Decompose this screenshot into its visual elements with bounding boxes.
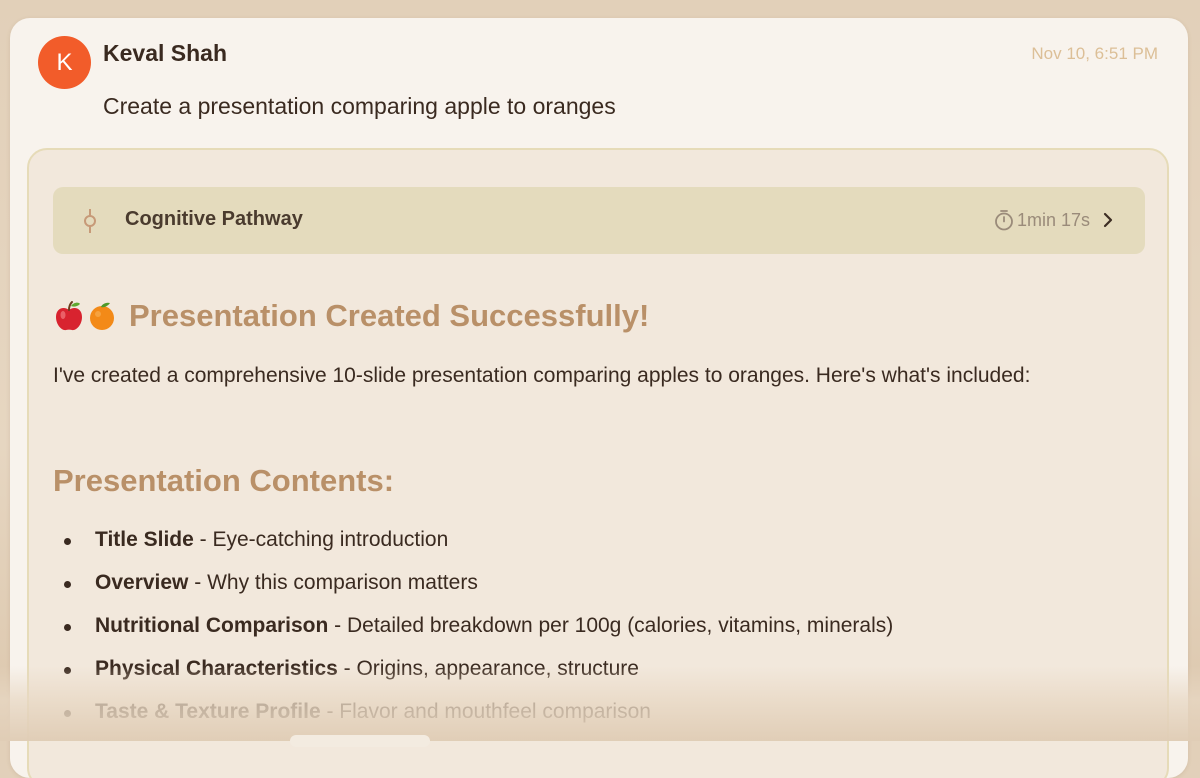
cognitive-pathway-toggle[interactable]: Cognitive Pathway 1min 17s [53, 187, 1145, 254]
list-item: Nutritional Comparison - Detailed breakd… [53, 611, 893, 654]
presentation-contents-list: Title Slide - Eye-catching introduction … [53, 525, 893, 740]
pathway-duration: 1min 17s [1016, 210, 1090, 230]
list-item: Title Slide - Eye-catching introduction [53, 525, 893, 568]
list-item-title: Physical Characteristics [95, 657, 338, 680]
intro-paragraph: I've created a comprehensive 10-slide pr… [53, 364, 1031, 387]
section-heading: Presentation Contents: [53, 463, 395, 498]
assistant-response-card: Cognitive Pathway 1min 17s Presentation … [27, 148, 1169, 778]
list-item-title: Taste & Texture Profile [95, 700, 321, 723]
user-message-text: Create a presentation comparing apple to… [103, 93, 616, 119]
list-item-description: - Eye-catching introduction [193, 528, 449, 551]
user-name: Keval Shah [103, 40, 227, 66]
list-item-title: Nutritional Comparison [95, 614, 329, 637]
bullet-icon [64, 667, 71, 674]
pathway-node-icon [84, 209, 96, 233]
list-item-description: - Flavor and mouthfeel comparison [320, 700, 651, 723]
bullet-icon [64, 710, 71, 717]
chevron-right-icon[interactable] [1101, 211, 1115, 229]
bullet-icon [64, 538, 71, 545]
fruit-emoji-icons: 🍎🍊 [53, 300, 119, 332]
list-item: Taste & Texture Profile - Flavor and mou… [53, 697, 893, 740]
orange-icon [90, 302, 114, 330]
avatar: K [38, 36, 91, 89]
response-heading-text: Presentation Created Successfully! [129, 298, 650, 333]
cognitive-pathway-label: Cognitive Pathway [125, 208, 303, 230]
bottom-input-edge [290, 735, 430, 747]
list-item-title: Title Slide [95, 528, 194, 551]
list-item-description: - Why this comparison matters [188, 571, 478, 594]
list-item-description: - Origins, appearance, structure [337, 657, 639, 680]
list-item: Overview - Why this comparison matters [53, 568, 893, 611]
list-item: Physical Characteristics - Origins, appe… [53, 654, 893, 697]
message-timestamp: Nov 10, 6:51 PM [1031, 44, 1158, 63]
apple-icon [56, 301, 82, 331]
list-item-description: - Detailed breakdown per 100g (calories,… [328, 614, 894, 637]
response-heading: 🍎🍊 Presentation Created Successfully! [53, 298, 649, 334]
bullet-icon [64, 581, 71, 588]
timer-icon [995, 210, 1013, 231]
bullet-icon [64, 624, 71, 631]
chat-window: K Keval Shah Nov 10, 6:51 PM Create a pr… [10, 18, 1188, 778]
list-item-title: Overview [95, 571, 189, 594]
